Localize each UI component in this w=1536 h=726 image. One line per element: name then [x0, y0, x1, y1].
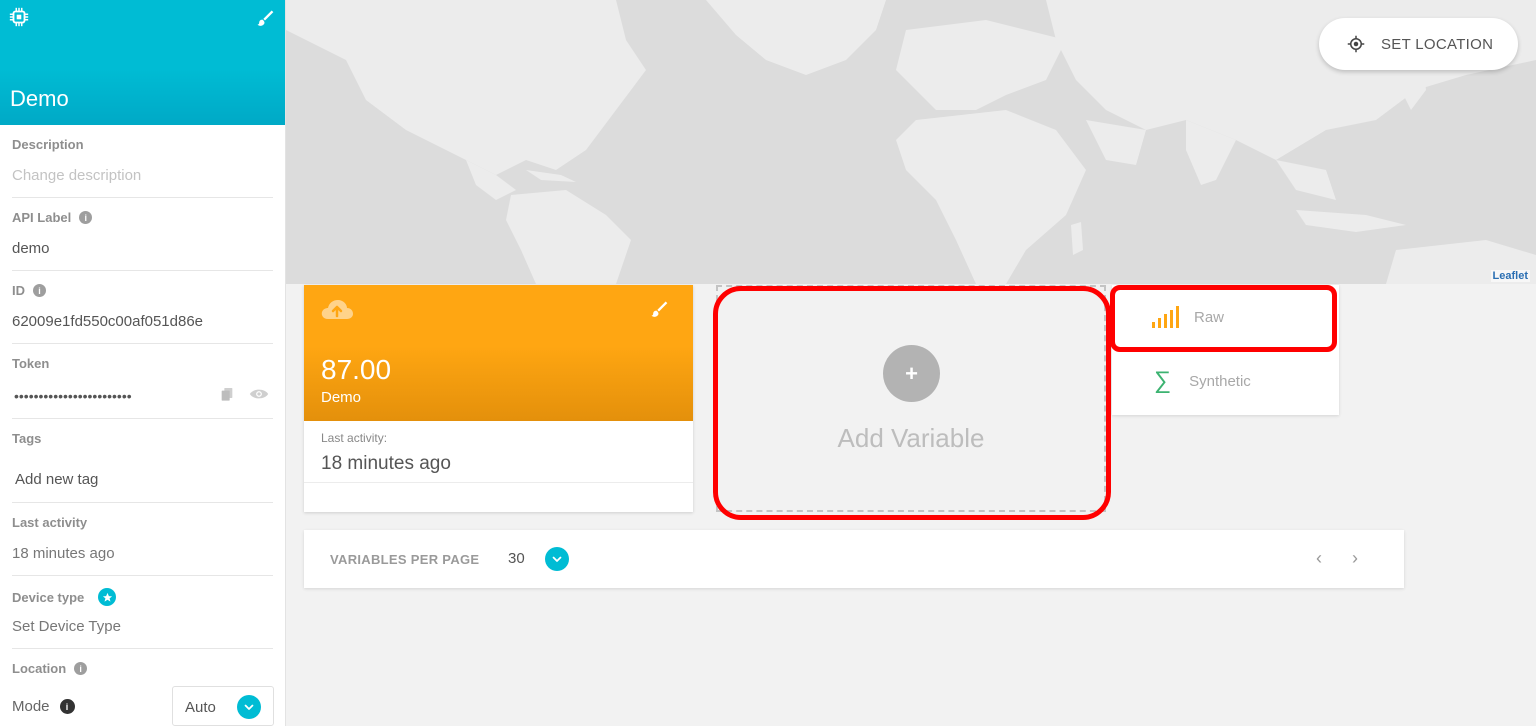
variable-activity: Last activity: 18 minutes ago — [304, 421, 693, 483]
crosshair-icon — [1347, 35, 1365, 53]
info-icon[interactable]: i — [79, 211, 93, 224]
cloud-upload-icon — [321, 300, 353, 319]
variable-last-activity-value: 18 minutes ago — [321, 453, 451, 474]
token-value: •••••••••••••••••••••••• — [14, 388, 132, 404]
last-activity-section: Last activity 18 minutes ago — [12, 503, 273, 576]
menu-item-label: Raw — [1194, 308, 1225, 326]
mode-value: Auto — [185, 699, 216, 716]
description-label: Description — [12, 137, 84, 152]
variable-name: Demo — [321, 389, 362, 406]
description-section: Description Change description — [12, 125, 273, 198]
copy-icon[interactable] — [219, 386, 235, 402]
brush-icon[interactable] — [255, 8, 275, 28]
info-icon[interactable]: i — [59, 699, 75, 714]
eye-icon[interactable] — [249, 386, 269, 402]
plus-icon: + — [883, 345, 940, 402]
mode-select[interactable]: Auto — [172, 686, 274, 726]
add-variable-button[interactable]: + Add Variable — [716, 285, 1106, 512]
menu-item-raw[interactable]: Raw — [1112, 285, 1339, 349]
mode-row: Mode i Auto — [0, 686, 285, 726]
last-activity-value: 18 minutes ago — [12, 545, 115, 562]
id-value: 62009e1fd550c00af051d86e — [12, 313, 204, 330]
set-location-label: SET LOCATION — [1381, 35, 1494, 53]
signal-bars-icon — [1152, 306, 1179, 328]
add-tag-input[interactable]: Add new tag — [15, 471, 98, 488]
token-section: Token •••••••••••••••••••••••• — [12, 344, 273, 419]
variable-last-activity-label: Last activity: — [321, 431, 388, 445]
add-variable-label: Add Variable — [837, 423, 985, 453]
chevron-down-icon[interactable] — [237, 695, 261, 719]
variable-value: 87.00 — [321, 354, 392, 385]
chevron-down-icon[interactable] — [545, 547, 569, 571]
location-label: Location — [12, 661, 67, 676]
device-sidebar: Demo Description Change description API … — [0, 0, 286, 726]
variable-card[interactable]: 87.00 Demo Last activity: 18 minutes ago — [304, 285, 693, 512]
location-section: Location i — [12, 649, 273, 689]
last-activity-label: Last activity — [12, 515, 88, 530]
map-attribution[interactable]: Leaflet — [1490, 270, 1530, 282]
device-type-value[interactable]: Set Device Type — [12, 618, 121, 635]
brush-icon[interactable] — [649, 299, 669, 319]
previous-page-button[interactable]: ‹ — [1316, 548, 1322, 569]
device-title[interactable]: Demo — [10, 86, 69, 112]
tags-section: Tags Add new tag — [12, 419, 273, 503]
next-page-button[interactable]: › — [1352, 548, 1358, 569]
api-label-label: API Label — [12, 210, 72, 225]
variables-per-page-value[interactable]: 30 — [508, 550, 525, 567]
device-header: Demo — [0, 0, 285, 125]
description-input[interactable]: Change description — [12, 167, 141, 184]
api-label-section: API Label i demo — [12, 198, 273, 271]
id-label: ID — [12, 283, 25, 298]
star-icon[interactable] — [98, 588, 117, 606]
api-label-value[interactable]: demo — [12, 240, 50, 257]
set-location-button[interactable]: SET LOCATION — [1319, 18, 1518, 70]
pagination-bar: VARIABLES PER PAGE 30 ‹ › — [304, 530, 1404, 588]
chip-icon — [9, 7, 29, 27]
device-type-label: Device type — [12, 589, 85, 605]
menu-item-synthetic[interactable]: ∑ Synthetic — [1112, 349, 1339, 413]
variable-type-menu: Raw ∑ Synthetic — [1112, 285, 1339, 415]
sigma-icon: ∑ — [1154, 367, 1172, 394]
device-type-section: Device type Set Device Type — [12, 576, 273, 649]
mode-label: Mode — [12, 698, 50, 715]
info-icon[interactable]: i — [74, 662, 88, 675]
tags-label: Tags — [12, 431, 42, 446]
id-section: ID i 62009e1fd550c00af051d86e — [12, 271, 273, 344]
variable-card-header[interactable]: 87.00 Demo — [304, 285, 693, 421]
variables-per-page-label: VARIABLES PER PAGE — [330, 552, 480, 567]
token-label: Token — [12, 356, 50, 371]
menu-item-label: Synthetic — [1189, 372, 1251, 390]
info-icon[interactable]: i — [33, 284, 46, 297]
